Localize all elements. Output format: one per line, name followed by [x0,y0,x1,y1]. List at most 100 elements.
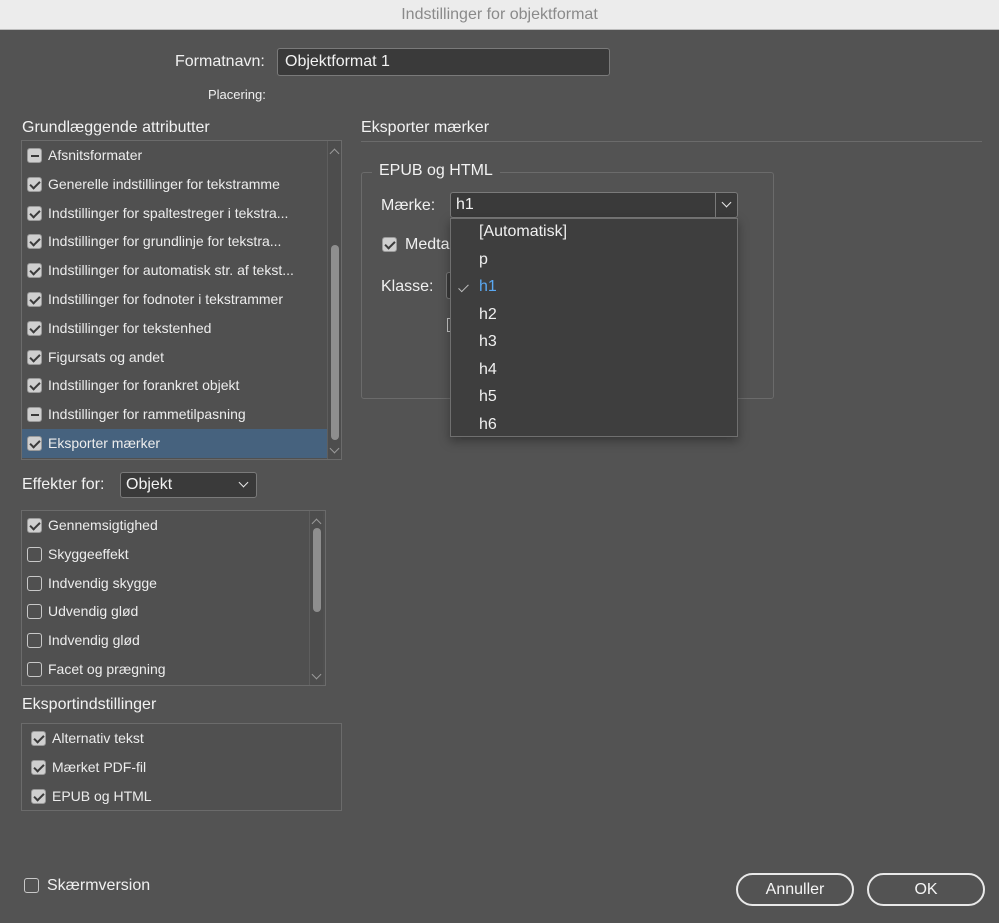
ok-button[interactable]: OK [867,873,985,906]
scroll-down-icon[interactable] [311,669,322,680]
dropdown-option[interactable]: h5 [479,388,497,406]
list-item[interactable]: Indvendig skygge [22,569,309,598]
effects-list: Gennemsigtighed Skyggeeffekt Indvendig sky… [21,510,326,686]
list-item-label: Skyggeeffekt [48,545,129,562]
format-name-input[interactable]: Objektformat 1 [277,48,610,76]
include-label: Medta [405,236,450,253]
list-item[interactable]: Indstillinger for grundlinje for tekstra… [22,227,327,256]
list-item-checkbox[interactable] [27,349,42,365]
list-item-checkbox[interactable] [27,234,42,250]
scroll-up-icon[interactable] [329,148,340,159]
dropdown-option[interactable]: h3 [479,333,497,351]
list-item[interactable]: Indvendig glød [22,626,309,655]
window-titlebar: Indstillinger for objektformat [0,0,999,30]
list-item-checkbox[interactable] [31,759,46,775]
format-name-label: Formatnavn: [175,53,265,70]
list-item-checkbox[interactable] [27,205,42,221]
list-item[interactable]: Indstillinger for automatisk str. af tek… [22,256,327,285]
dropdown-option[interactable]: h6 [479,416,497,434]
list-item-checkbox[interactable] [27,518,42,533]
dropdown-option[interactable]: h4 [479,361,497,379]
list-item[interactable]: Afsnitsformater [22,141,327,170]
list-item[interactable]: Figursats og andet [22,343,327,372]
list-item[interactable]: Indstillinger for tekstenhed [22,314,327,343]
tag-label: Mærke: [381,197,436,214]
dropdown-option[interactable]: p [479,251,488,269]
list-item-label: Indstillinger for grundlinje for tekstra… [48,233,282,250]
list-item[interactable]: Indstillinger for fodnoter i tekstrammer [22,285,327,314]
tag-dropdown-menu: [Automatisk] p h1 h2 h3 h4 h5 h6 [450,218,738,437]
list-item-label: Indstillinger for fodnoter i tekstrammer [48,291,283,307]
list-item-checkbox[interactable] [27,407,42,423]
basic-list-scrollbar[interactable] [327,141,341,459]
list-item-checkbox[interactable] [27,575,42,591]
effects-rows: Gennemsigtighed Skyggeeffekt Indvendig sky… [22,511,309,685]
list-item-label: Indstillinger for forankret objekt [48,377,240,394]
dropdown-option[interactable]: [Automatisk] [479,223,567,241]
list-item-checkbox[interactable] [27,148,42,163]
list-item-checkbox[interactable] [27,263,42,279]
placement-label: Placering: [208,87,266,102]
list-item-label: Alternativ tekst [52,730,144,746]
effects-target-value: Objekt [126,476,173,493]
list-item-checkbox[interactable] [27,604,42,620]
list-item-checkbox[interactable] [27,546,42,562]
list-item-label: Indstillinger for automatisk str. af tek… [48,262,294,279]
export-settings-heading: Eksportindstillinger [22,696,157,713]
cancel-button[interactable]: Annuller [736,873,854,906]
list-item-label: Afsnitsformater [48,147,143,163]
list-item-checkbox[interactable] [27,292,42,307]
list-item[interactable]: Indstillinger for forankret objekt [22,371,327,400]
scroll-thumb[interactable] [331,245,339,440]
effects-target-select[interactable]: Objekt [120,472,257,498]
class-label: Klasse: [381,278,434,295]
effects-list-scrollbar[interactable] [309,511,323,685]
scroll-down-icon[interactable] [329,443,340,454]
tag-select[interactable]: h1 [450,192,738,218]
checkmark-icon [458,281,469,293]
list-item-label: Udvendig glød [48,603,139,620]
list-item[interactable]: Udvendig glød [22,597,309,626]
scroll-up-icon[interactable] [311,518,322,529]
list-item[interactable]: Alternativ tekst [26,724,338,753]
select-divider [715,193,716,217]
dropdown-option[interactable]: h1 [479,278,497,296]
screen-version-label: Skærmversion [47,877,151,894]
dropdown-option[interactable]: h2 [479,306,497,324]
export-settings-list: Alternativ tekst Mærket PDF-fil EPUB og HT… [21,723,342,811]
list-item-label: Generelle indstillinger for tekstramme [48,175,280,192]
list-item-checkbox[interactable] [27,378,42,394]
basic-attributes-list: Afsnitsformater Generelle indstillinger f… [21,140,342,460]
list-item-label: Figursats og andet [48,348,164,365]
chevron-down-icon [238,477,249,488]
heading-divider [361,141,982,142]
export-tags-heading: Eksporter mærker [361,119,490,136]
list-item-label: Indvendig glød [48,632,140,649]
list-item-checkbox[interactable] [27,176,42,192]
scroll-thumb[interactable] [313,528,321,612]
list-item-checkbox[interactable] [27,662,42,677]
list-item[interactable]: Gennemsigtighed [22,511,309,540]
list-item-label: Facet og prægning [48,661,166,677]
list-item-label: Indstillinger for rammetilpasning [48,406,246,423]
effects-label: Effekter for: [22,476,105,493]
list-item-checkbox[interactable] [27,633,42,649]
screen-version-checkbox[interactable] [24,878,39,893]
list-item-checkbox[interactable] [27,436,42,451]
list-item-label: Indvendig skygge [48,574,157,591]
list-item[interactable]: Facet og prægning [22,655,309,684]
list-item-label: Indstillinger for tekstenhed [48,319,212,336]
list-item[interactable]: Eksporter mærker [22,429,327,458]
include-checkbox[interactable] [382,237,397,252]
list-item-checkbox[interactable] [31,731,46,746]
list-item[interactable]: Skyggeeffekt [22,540,309,569]
list-item[interactable]: Mærket PDF-fil [26,753,338,782]
list-item-checkbox[interactable] [27,320,42,336]
list-item[interactable]: EPUB og HTML [26,782,338,811]
list-item-label: Mærket PDF-fil [52,758,147,775]
list-item[interactable]: Generelle indstillinger for tekstramme [22,170,327,199]
list-item-checkbox[interactable] [31,788,46,804]
list-item-label: Eksporter mærker [48,435,161,451]
list-item[interactable]: Indstillinger for spaltestreger i tekstr… [22,199,327,228]
list-item[interactable]: Indstillinger for rammetilpasning [22,400,327,429]
